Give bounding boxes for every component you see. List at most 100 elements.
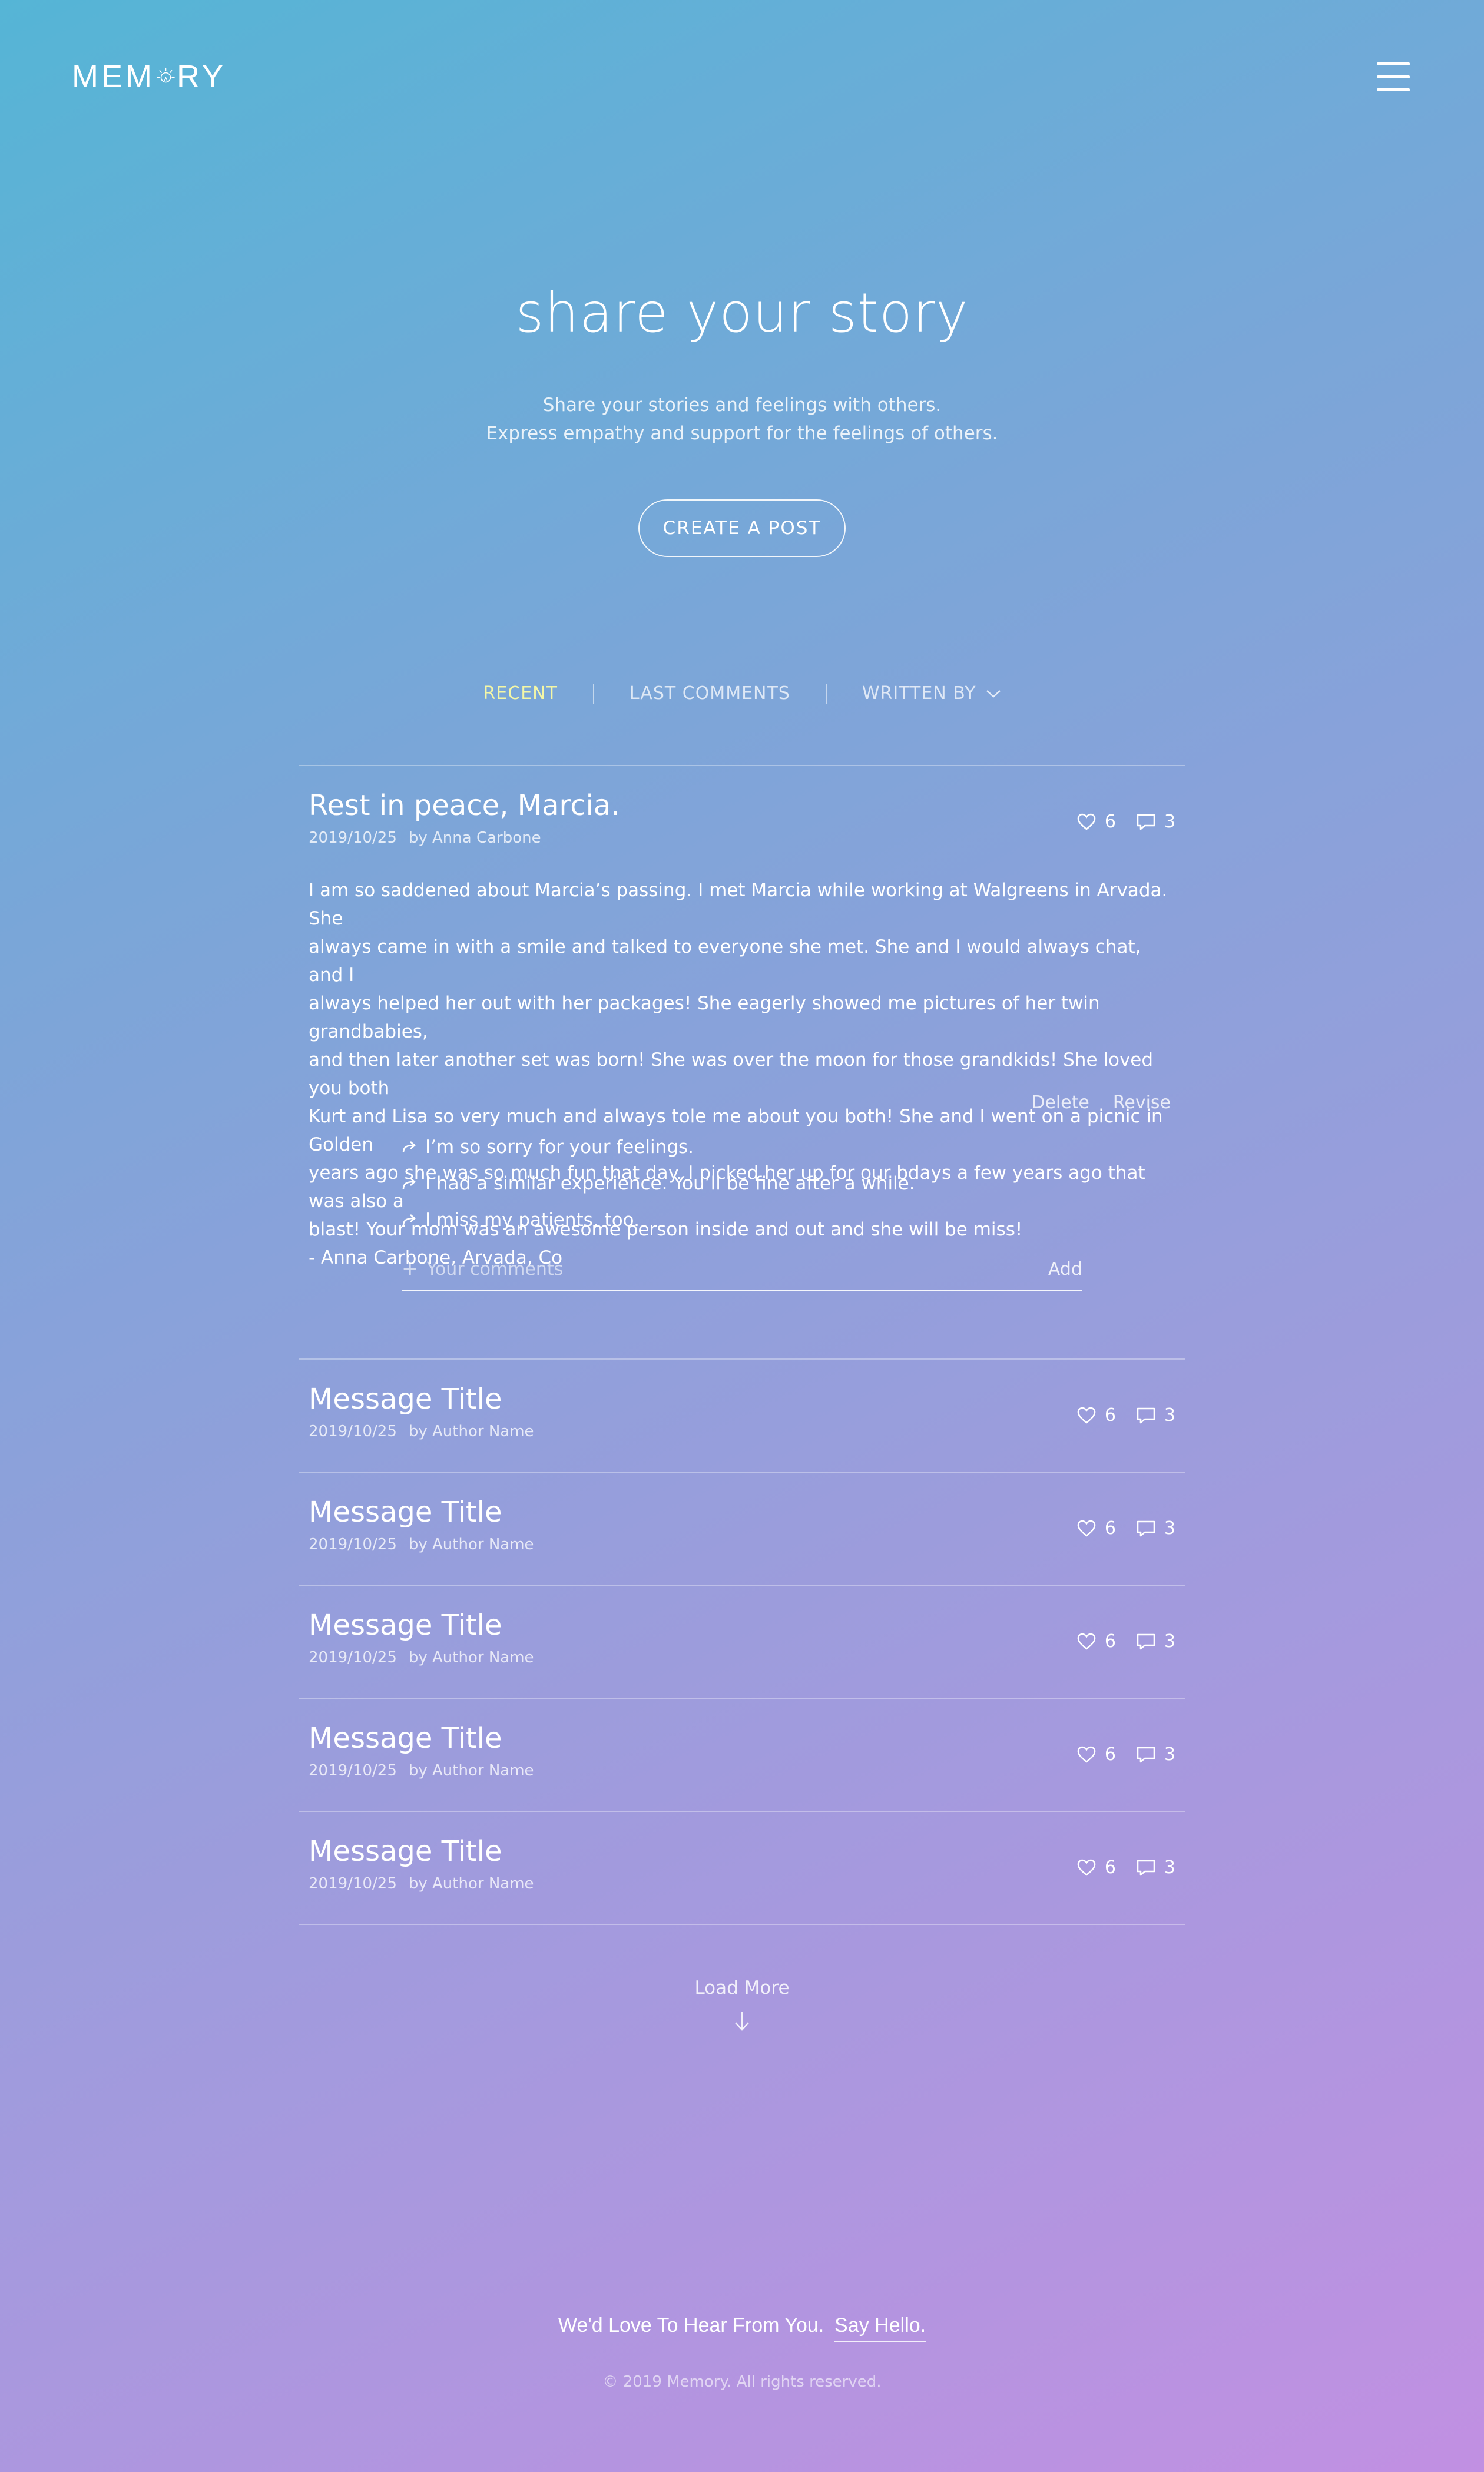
- menu-bar-top: [1377, 62, 1410, 65]
- message-title[interactable]: Message Title: [309, 1722, 502, 1755]
- filter-tabs: RECENT LAST COMMENTS WRITTEN BY: [0, 683, 1484, 704]
- comment-icon[interactable]: [1136, 1406, 1156, 1426]
- hero-subtitle-line1: Share your stories and feelings with oth…: [542, 395, 942, 416]
- reply-arrow-icon: [402, 1178, 416, 1189]
- heart-icon[interactable]: [1076, 1745, 1097, 1765]
- menu-bar-middle: [1377, 75, 1410, 78]
- arrow-down-icon[interactable]: [733, 2009, 751, 2033]
- heart-icon[interactable]: [1076, 812, 1097, 832]
- comments-count: 3: [1164, 1744, 1175, 1765]
- logo[interactable]: MEM RY: [72, 58, 226, 95]
- post-author: by Anna Carbone: [408, 829, 541, 847]
- message-title[interactable]: Message Title: [309, 1835, 502, 1868]
- message-title[interactable]: Message Title: [309, 1383, 502, 1416]
- message-author: by Author Name: [408, 1649, 534, 1666]
- hero-subtitle-line2: Express empathy and support for the feel…: [486, 423, 998, 444]
- sun-logo-icon: [157, 67, 175, 83]
- comment-icon[interactable]: [1136, 812, 1156, 832]
- message-meta: 2019/10/25 by Author Name: [309, 1423, 534, 1440]
- footer-tagline-row: We'd Love To Hear From You. Say Hello.: [0, 2314, 1484, 2342]
- likes-count: 6: [1104, 1518, 1116, 1539]
- tab-last-comments[interactable]: LAST COMMENTS: [630, 683, 790, 704]
- post-stats: 6 3: [1076, 811, 1175, 832]
- hamburger-menu-button[interactable]: [1377, 61, 1410, 92]
- logo-text-pre: MEM: [72, 59, 155, 94]
- message-author: by Author Name: [408, 1875, 534, 1893]
- reply-arrow-icon: [402, 1141, 416, 1153]
- load-more-button[interactable]: Load More: [0, 1977, 1484, 1999]
- list-divider: [299, 1358, 1185, 1360]
- heart-icon[interactable]: [1076, 1406, 1097, 1426]
- message-stats: 6 3: [1076, 1631, 1175, 1652]
- comments-count: 3: [1164, 1857, 1175, 1878]
- post-body-line: always helped her out with her packages!…: [309, 993, 1100, 1042]
- footer-tagline: We'd Love To Hear From You.: [558, 2314, 824, 2337]
- likes-count: 6: [1104, 1857, 1116, 1878]
- tab-separator: [825, 683, 827, 704]
- message-author: by Author Name: [408, 1423, 534, 1440]
- tab-written-by-label: WRITTEN BY: [862, 683, 976, 704]
- page-title: share your story: [515, 281, 969, 344]
- comment-item: I miss my patients, too.: [402, 1210, 640, 1231]
- message-stats: 6 3: [1076, 1405, 1175, 1426]
- comment-icon[interactable]: [1136, 1519, 1156, 1539]
- plus-icon: +: [402, 1257, 419, 1281]
- message-stats: 6 3: [1076, 1518, 1175, 1539]
- comment-input[interactable]: [426, 1258, 1048, 1280]
- comments-count: 3: [1164, 1405, 1175, 1426]
- message-title[interactable]: Message Title: [309, 1609, 502, 1642]
- comments-count: 3: [1164, 1518, 1175, 1539]
- list-divider: [299, 1585, 1185, 1586]
- heart-icon[interactable]: [1076, 1519, 1097, 1539]
- tab-separator: [592, 683, 594, 704]
- post-meta: 2019/10/25 by Anna Carbone: [309, 829, 541, 847]
- message-meta: 2019/10/25 by Author Name: [309, 1649, 534, 1666]
- post-date: 2019/10/25: [309, 829, 397, 847]
- tab-written-by[interactable]: WRITTEN BY: [862, 683, 1001, 704]
- message-date: 2019/10/25: [309, 1423, 397, 1440]
- chevron-down-icon: [986, 690, 1001, 698]
- delete-button[interactable]: Delete: [1031, 1092, 1089, 1113]
- reply-arrow-icon: [402, 1214, 416, 1226]
- message-meta: 2019/10/25 by Author Name: [309, 1536, 534, 1553]
- list-divider: [299, 765, 1185, 766]
- create-post-button[interactable]: CREATE A POST: [638, 499, 846, 557]
- message-author: by Author Name: [408, 1536, 534, 1553]
- list-divider: [299, 1472, 1185, 1473]
- post-title[interactable]: Rest in peace, Marcia.: [309, 789, 620, 822]
- post-actions: Delete Revise: [1031, 1092, 1171, 1113]
- message-stats: 6 3: [1076, 1744, 1175, 1765]
- message-date: 2019/10/25: [309, 1649, 397, 1666]
- likes-count: 6: [1104, 811, 1116, 832]
- menu-bar-bottom: [1377, 88, 1410, 91]
- list-divider: [299, 1811, 1185, 1812]
- message-stats: 6 3: [1076, 1857, 1175, 1878]
- heart-icon[interactable]: [1076, 1632, 1097, 1652]
- comment-text: I’m so sorry for your feelings.: [425, 1136, 694, 1158]
- comment-icon[interactable]: [1136, 1858, 1156, 1878]
- message-title[interactable]: Message Title: [309, 1496, 502, 1529]
- message-date: 2019/10/25: [309, 1875, 397, 1893]
- message-author: by Author Name: [408, 1762, 534, 1780]
- add-comment-button[interactable]: Add: [1048, 1259, 1082, 1280]
- copyright: © 2019 Memory. All rights reserved.: [602, 2373, 882, 2391]
- message-meta: 2019/10/25 by Author Name: [309, 1762, 534, 1780]
- comment-icon[interactable]: [1136, 1632, 1156, 1652]
- comment-form: + Add: [402, 1248, 1082, 1291]
- list-divider: [299, 1924, 1185, 1925]
- logo-text-post: RY: [176, 59, 226, 94]
- tab-recent[interactable]: RECENT: [483, 683, 557, 704]
- say-hello-link[interactable]: Say Hello.: [834, 2314, 926, 2342]
- comment-text: I miss my patients, too.: [425, 1210, 640, 1231]
- post-body-line: I am so saddened about Marcia’s passing.…: [309, 880, 1168, 929]
- message-date: 2019/10/25: [309, 1536, 397, 1553]
- comment-item: I’m so sorry for your feelings.: [402, 1136, 694, 1158]
- revise-button[interactable]: Revise: [1113, 1092, 1171, 1113]
- comment-icon[interactable]: [1136, 1745, 1156, 1765]
- comments-count: 3: [1164, 1631, 1175, 1652]
- message-meta: 2019/10/25 by Author Name: [309, 1875, 534, 1893]
- likes-count: 6: [1104, 1744, 1116, 1765]
- heart-icon[interactable]: [1076, 1858, 1097, 1878]
- comments-count: 3: [1164, 811, 1175, 832]
- comment-item: I had a similar experience. You’ll be fi…: [402, 1173, 915, 1194]
